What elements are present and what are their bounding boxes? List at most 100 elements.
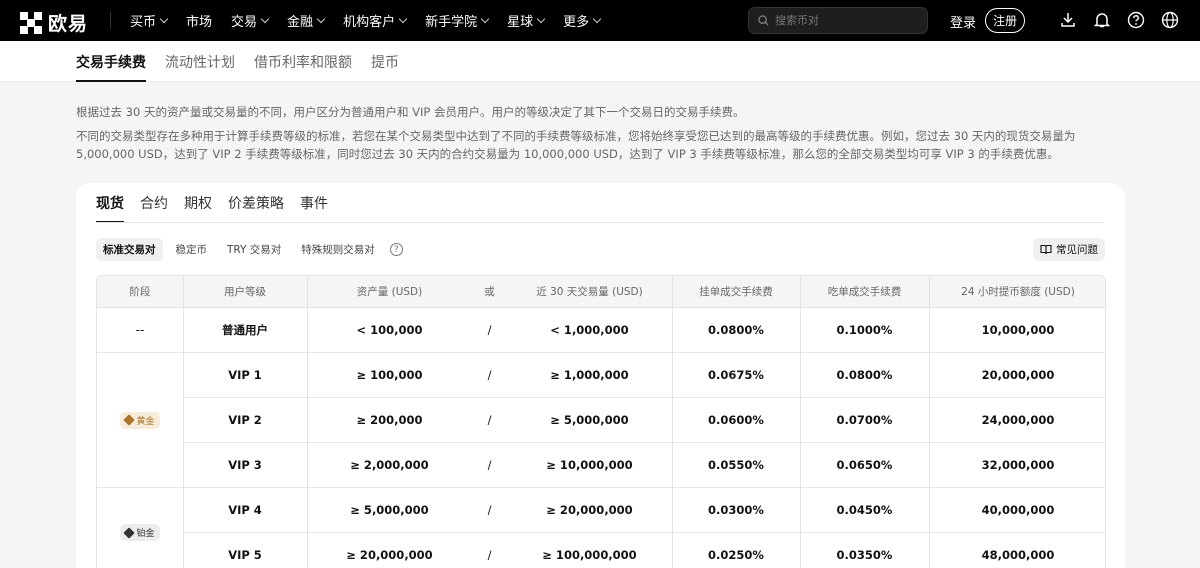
nav-item[interactable]: 买币 bbox=[130, 11, 169, 30]
cell-volume: ≥ 1,000,000 bbox=[550, 368, 629, 382]
cell-volume: ≥ 20,000,000 bbox=[546, 503, 633, 517]
nav-item[interactable]: 新手学院 bbox=[425, 11, 490, 30]
cell-assets: ≥ 20,000,000 bbox=[346, 548, 433, 562]
cell-or: / bbox=[487, 323, 492, 337]
nav-item[interactable]: 机构客户 bbox=[343, 11, 408, 30]
nav-item-label: 交易 bbox=[231, 15, 258, 30]
column-header: 阶段 bbox=[129, 286, 151, 298]
filter-special-pairs[interactable]: 特殊规则交易对 bbox=[294, 238, 382, 261]
register-button[interactable]: 注册 bbox=[985, 8, 1025, 33]
filter-stablecoin[interactable]: 稳定币 bbox=[169, 238, 215, 261]
market-tabs: 现货 合约 期权 价差策略 事件 bbox=[96, 193, 344, 223]
cell-level: 普通用户 bbox=[222, 323, 268, 337]
cell-or: / bbox=[487, 503, 492, 517]
stage-badge: 铂金 bbox=[120, 524, 160, 541]
market-tab[interactable]: 合约 bbox=[140, 193, 168, 223]
stage-cell: 黄金 bbox=[97, 353, 183, 488]
description-line-1: 根据过去 30 天的资产量或交易量的不同，用户区分为普通用户和 VIP 会员用户… bbox=[76, 105, 745, 119]
cell-withdraw: 48,000,000 bbox=[981, 548, 1055, 562]
chevron-down-icon bbox=[592, 14, 602, 23]
globe-icon[interactable] bbox=[1161, 11, 1179, 29]
main-menu: 买币 市场 交易 金融 机构客户 新手学院 星球 更多 bbox=[130, 0, 619, 41]
nav-item[interactable]: 金融 bbox=[287, 11, 326, 30]
sub-navbar: 交易手续费 流动性计划 借币利率和限额 提币 bbox=[0, 41, 1200, 82]
cell-taker: 0.0450% bbox=[836, 503, 893, 517]
stage-cell: -- bbox=[97, 308, 183, 353]
download-icon[interactable] bbox=[1059, 11, 1077, 29]
bell-icon[interactable] bbox=[1093, 11, 1111, 29]
market-tab[interactable]: 期权 bbox=[184, 193, 212, 223]
cell-level: VIP 5 bbox=[228, 548, 262, 562]
chevron-down-icon bbox=[480, 14, 490, 23]
nav-item[interactable]: 更多 bbox=[563, 11, 602, 30]
cell-taker: 0.0700% bbox=[836, 413, 893, 427]
chevron-down-icon bbox=[398, 14, 408, 23]
tab-trading-fees[interactable]: 交易手续费 bbox=[76, 52, 146, 82]
table-row: VIP 2 ≥ 200,000 / ≥ 5,000,000 0.0600% 0.0700%… bbox=[97, 398, 1105, 443]
table-row: VIP 4 ≥ 5,000,000 / ≥ 20,000,000 0.0300% 0.04… bbox=[97, 488, 1105, 533]
cell-assets: ≥ 100,000 bbox=[356, 368, 423, 382]
login-link[interactable]: 登录 bbox=[950, 12, 976, 31]
cell-maker: 0.0675% bbox=[708, 368, 764, 382]
table-row: VIP 5 ≥ 20,000,000 / ≥ 100,000,000 0.0250% 0.… bbox=[97, 533, 1105, 568]
cell-taker: 0.0800% bbox=[836, 368, 893, 382]
cell-withdraw: 24,000,000 bbox=[981, 413, 1055, 427]
nav-item[interactable]: 市场 bbox=[186, 11, 212, 30]
cell-volume: ≥ 100,000,000 bbox=[542, 548, 637, 562]
market-tab[interactable]: 事件 bbox=[300, 193, 328, 223]
column-divider bbox=[307, 276, 308, 568]
stage-cell: 铂金 bbox=[97, 488, 183, 568]
market-tab[interactable]: 现货 bbox=[96, 193, 124, 223]
table-row: VIP 1 ≥ 100,000 / ≥ 1,000,000 0.0675% 0.0800%… bbox=[97, 353, 1105, 398]
search-box[interactable] bbox=[748, 7, 928, 34]
stage-label: 铂金 bbox=[136, 529, 155, 539]
column-divider bbox=[800, 276, 801, 568]
cell-withdraw: 20,000,000 bbox=[981, 368, 1055, 382]
nav-divider bbox=[110, 12, 111, 29]
search-icon bbox=[758, 15, 769, 26]
pair-filters: 标准交易对 稳定币 TRY 交易对 特殊规则交易对 ? bbox=[96, 238, 403, 261]
cell-assets: ≥ 200,000 bbox=[356, 413, 423, 427]
table-row: VIP 3 ≥ 2,000,000 / ≥ 10,000,000 0.0550% 0.06… bbox=[97, 443, 1105, 488]
cell-or: / bbox=[487, 548, 492, 562]
cell-withdraw: 10,000,000 bbox=[981, 323, 1055, 337]
tabs-divider bbox=[96, 222, 1104, 223]
column-header: 24 小时提币额度 (USD) bbox=[961, 286, 1075, 298]
cell-maker: 0.0800% bbox=[708, 323, 764, 337]
nav-item[interactable]: 交易 bbox=[231, 11, 270, 30]
nav-item-label: 市场 bbox=[186, 15, 213, 30]
cell-or: / bbox=[487, 368, 492, 382]
cell-assets: ≥ 5,000,000 bbox=[350, 503, 429, 517]
fee-table: 阶段 用户等级 资产量 (USD) 或 近 30 天交易量 (USD) 挂单成交手续费 吃单… bbox=[96, 275, 1106, 568]
question-icon[interactable]: ? bbox=[389, 243, 403, 256]
cell-withdraw: 40,000,000 bbox=[981, 503, 1055, 517]
nav-item[interactable]: 星球 bbox=[507, 11, 546, 30]
column-header: 吃单成交手续费 bbox=[827, 286, 902, 298]
market-tab[interactable]: 价差策略 bbox=[228, 193, 284, 223]
chevron-down-icon bbox=[316, 14, 326, 23]
logo-text: 欧易 bbox=[48, 13, 89, 35]
filter-standard-pairs[interactable]: 标准交易对 bbox=[96, 238, 163, 261]
description-line-3: 5,000,000 USD，达到了 VIP 2 手续费等级标准，同时您过去 30… bbox=[76, 147, 1059, 161]
cell-maker: 0.0300% bbox=[708, 503, 764, 517]
cell-maker: 0.0600% bbox=[708, 413, 764, 427]
tab-withdrawal[interactable]: 提币 bbox=[371, 52, 399, 82]
cell-volume: ≥ 5,000,000 bbox=[550, 413, 629, 427]
cell-level: VIP 3 bbox=[228, 458, 262, 472]
help-icon[interactable] bbox=[1127, 11, 1145, 29]
search-input[interactable] bbox=[775, 14, 915, 27]
tab-liquidity-program[interactable]: 流动性计划 bbox=[165, 52, 235, 82]
table-row: 普通用户 < 100,000 / < 1,000,000 0.0800% 0.1000% 1… bbox=[97, 308, 1105, 353]
tab-borrow-rates[interactable]: 借币利率和限额 bbox=[254, 52, 352, 82]
nav-item-label: 新手学院 bbox=[425, 15, 478, 30]
chevron-down-icon bbox=[260, 14, 270, 23]
faq-button[interactable]: 常见问题 bbox=[1033, 238, 1105, 261]
cell-taker: 0.0350% bbox=[836, 548, 893, 562]
cell-taker: 0.0650% bbox=[836, 458, 893, 472]
cell-maker: 0.0250% bbox=[708, 548, 764, 562]
filter-try-pairs[interactable]: TRY 交易对 bbox=[220, 238, 288, 261]
cell-level: VIP 4 bbox=[228, 503, 262, 517]
logo[interactable]: 欧易 bbox=[20, 9, 88, 36]
cell-level: VIP 2 bbox=[228, 413, 262, 427]
chevron-down-icon bbox=[159, 14, 169, 23]
